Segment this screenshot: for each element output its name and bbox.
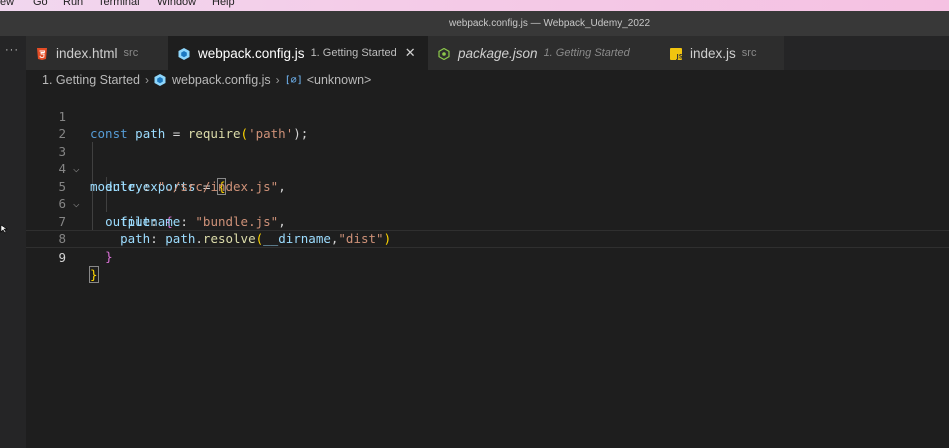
js-file-icon: JS [670, 47, 683, 61]
code-line: 1 const path = require('path'); [26, 90, 949, 142]
tab-label: webpack.config.js [198, 45, 305, 61]
menu-terminal[interactable]: Terminal [98, 0, 140, 8]
tab-description: src [123, 47, 139, 59]
code-line: 2 [26, 108, 949, 141]
line-number: 9 [58, 249, 66, 265]
code-text: } [89, 266, 99, 283]
webpack-file-icon [154, 74, 166, 86]
code-editor[interactable]: 1 const path = require('path'); 2 3 ⌵ mo… [26, 90, 949, 448]
tab-description: 1. Getting Started [310, 47, 397, 59]
tab-description: src [741, 47, 757, 59]
menu-window[interactable]: Window [157, 0, 196, 8]
title-bar: webpack.config.js — Webpack_Udemy_2022 [0, 11, 949, 36]
webpack-file-icon [178, 47, 190, 60]
tab-webpack-config[interactable]: webpack.config.js 1. Getting Started ✕ [168, 36, 428, 70]
menu-bar: ew Go Run Terminal Window Help [0, 0, 949, 11]
code-line: 5 ⌵ output: { [26, 160, 949, 229]
breadcrumb-folder[interactable]: 1. Getting Started [42, 73, 140, 87]
html-file-icon [36, 47, 48, 60]
tab-label: package.json [458, 45, 538, 61]
more-actions-icon[interactable]: ··· [5, 44, 19, 56]
tab-label: index.js [690, 45, 736, 61]
menu-run[interactable]: Run [63, 0, 83, 8]
close-tab-icon[interactable]: ✕ [405, 45, 416, 61]
nodejs-file-icon [438, 47, 450, 61]
code-line: 7 path: path.resolve(__dirname,"dist") [26, 195, 949, 247]
code-text: } [105, 248, 113, 264]
breadcrumb-symbol[interactable]: <unknown> [307, 73, 372, 87]
tab-package-json[interactable]: package.json 1. Getting Started [428, 36, 660, 70]
tab-index-html[interactable]: index.html src [26, 36, 168, 70]
code-line: 3 ⌵ module.exports = { [26, 125, 949, 195]
window-title: webpack.config.js — Webpack_Udemy_2022 [448, 18, 651, 29]
tab-label: index.html [56, 45, 118, 61]
chevron-right-icon: › [144, 73, 149, 87]
symbol-variable-icon: [∅] [284, 74, 303, 86]
chevron-right-icon: › [275, 73, 280, 87]
sidebar-strip: ··· [0, 36, 26, 448]
menu-go[interactable]: Go [33, 0, 48, 8]
menu-view[interactable]: ew [0, 0, 14, 8]
code-line: 8 } [26, 213, 949, 264]
svg-text:JS: JS [676, 54, 683, 61]
menu-help[interactable]: Help [212, 0, 235, 8]
mouse-pointer-icon [0, 224, 8, 237]
breadcrumb-file[interactable]: webpack.config.js [172, 73, 271, 87]
tab-description: 1. Getting Started [543, 47, 630, 59]
code-line-current: 9 } [26, 230, 949, 283]
tab-index-js[interactable]: JS index.js src [660, 36, 784, 70]
code-line: 4 entry: "./src/index.js", [26, 143, 949, 194]
breadcrumb: 1. Getting Started › webpack.config.js ›… [26, 70, 949, 90]
editor-tab-bar: index.html src webpack.config.js 1. Gett… [26, 36, 949, 70]
code-line: 6 filename: "bundle.js", [26, 178, 949, 229]
